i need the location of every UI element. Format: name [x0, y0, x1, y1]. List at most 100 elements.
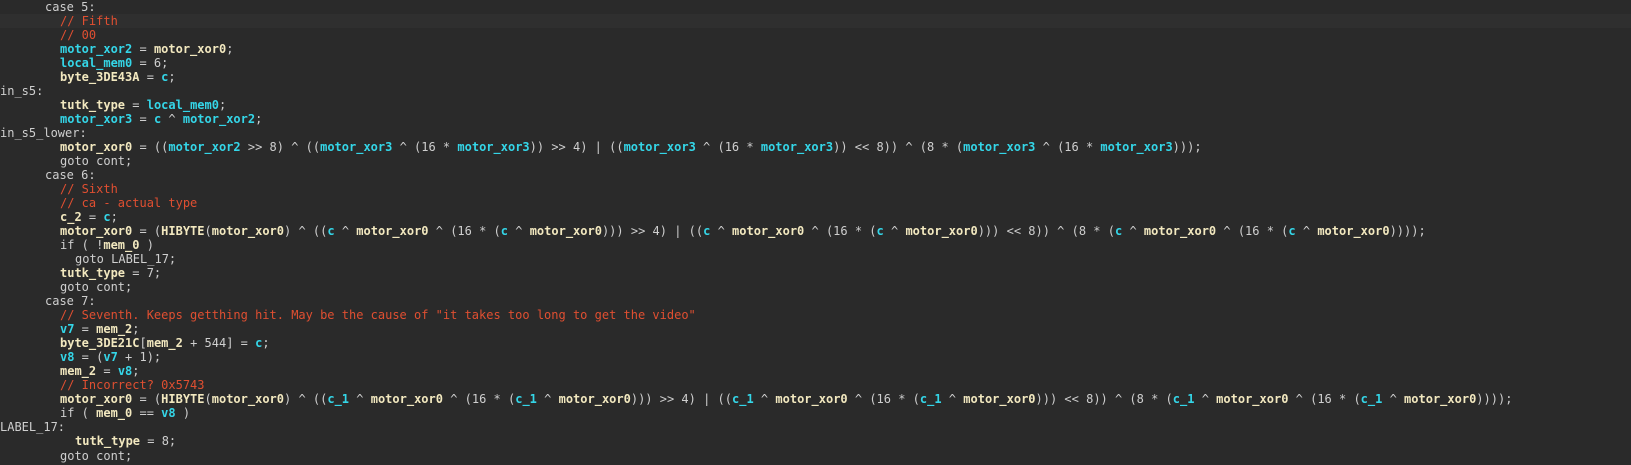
code-line[interactable]: v8 = (v7 + 1);	[0, 350, 1631, 364]
code-token: ^	[334, 224, 357, 239]
code-token: ;	[110, 210, 118, 225]
code-token: if ( !	[60, 238, 104, 253]
code-token: = 8;	[140, 434, 177, 449]
code-token: goto cont;	[60, 154, 133, 169]
code-token: goto cont;	[60, 448, 133, 463]
code-token: goto LABEL_17;	[75, 252, 177, 267]
code-line[interactable]: // ca - actual type	[0, 196, 1631, 210]
identifier-token: motor_xor0	[905, 224, 978, 239]
code-token: ^	[710, 224, 733, 239]
code-token: ^ (16 * (	[847, 392, 920, 407]
code-token: )	[175, 406, 191, 421]
code-token: ^	[161, 112, 183, 127]
code-line[interactable]: c_2 = c;	[0, 210, 1631, 224]
code-token: ^ (16 * (	[442, 392, 516, 407]
code-line[interactable]: byte_3DE43A = c;	[0, 70, 1631, 84]
code-token: ^	[1382, 392, 1405, 407]
code-line[interactable]: motor_xor3 = c ^ motor_xor2;	[0, 112, 1631, 126]
code-token: case 5:	[45, 0, 96, 14]
code-token: ;	[168, 70, 176, 85]
code-line[interactable]: // Sixth	[0, 182, 1631, 196]
identifier-token: motor_xor0	[356, 224, 429, 239]
identifier-token: tutk_type	[60, 266, 126, 281]
identifier-token: motor_xor0	[775, 392, 848, 407]
code-token: = 6;	[132, 56, 169, 71]
pseudocode-view[interactable]: case 5:// Fifth// 00 motor_xor2 = motor_x…	[0, 0, 1631, 465]
identifier-token: c_1	[732, 392, 754, 407]
code-line[interactable]: // Incorrect? 0x5743	[0, 378, 1631, 392]
identifier-token: mem_0	[96, 406, 133, 421]
identifier-token: motor_xor2	[182, 112, 256, 127]
code-token: ^	[1295, 224, 1318, 239]
identifier-token: motor_xor0	[558, 392, 631, 407]
code-token: )) << 8)) ^ (8 * (	[833, 140, 964, 155]
code-line[interactable]: goto cont;	[0, 280, 1631, 294]
comment-token: // Seventh. Keeps getthing hit. May be t…	[60, 308, 696, 323]
code-line[interactable]: LABEL_17:	[0, 420, 1631, 434]
code-line[interactable]: tutk_type = 7;	[0, 266, 1631, 280]
code-line[interactable]: case 6:	[0, 168, 1631, 182]
identifier-token: motor_xor0	[963, 392, 1036, 407]
code-token: + 1);	[117, 350, 162, 365]
code-token: [	[139, 336, 147, 351]
code-line[interactable]: motor_xor0 = (HIBYTE(motor_xor0) ^ ((c ^…	[0, 224, 1631, 238]
code-line[interactable]: case 5:	[0, 0, 1631, 14]
code-line[interactable]: byte_3DE21C[mem_2 + 544] = c;	[0, 336, 1631, 350]
identifier-token: tutk_type	[75, 434, 141, 449]
code-line[interactable]: // 00	[0, 28, 1631, 42]
identifier-token: motor_xor2	[168, 140, 241, 155]
code-token: =	[139, 70, 162, 85]
code-line[interactable]: in_s5_lower:	[0, 126, 1631, 140]
code-token: ;	[226, 42, 234, 57]
code-token: ^ (16 * (	[1288, 392, 1361, 407]
code-token: ^	[1122, 224, 1144, 239]
code-token: ))) << 8)) ^ (8 * (	[977, 224, 1115, 239]
code-line[interactable]: goto cont;	[0, 449, 1631, 463]
code-token: ^	[753, 392, 776, 407]
identifier-token: motor_xor0	[60, 224, 133, 239]
code-line[interactable]: if ( !mem_0 )	[0, 238, 1631, 252]
code-line[interactable]: local_mem0 = 6;	[0, 56, 1631, 70]
identifier-token: motor_xor3	[1100, 140, 1173, 155]
code-token: = (	[132, 392, 162, 407]
code-token: ^ (16 * (	[428, 224, 501, 239]
identifier-token: motor_xor0	[60, 392, 133, 407]
code-token: >> 8) ^ ((	[240, 140, 321, 155]
code-line[interactable]: motor_xor2 = motor_xor0;	[0, 42, 1631, 56]
code-token: ^	[1194, 392, 1217, 407]
code-line[interactable]: goto cont;	[0, 154, 1631, 168]
code-line[interactable]: tutk_type = 8;	[0, 434, 1631, 448]
code-token: ^	[508, 224, 530, 239]
code-token: ==	[132, 406, 162, 421]
code-line[interactable]: v7 = mem_2;	[0, 322, 1631, 336]
code-line[interactable]: motor_xor0 = ((motor_xor2 >> 8) ^ ((moto…	[0, 140, 1631, 154]
identifier-token: c_1	[327, 392, 350, 407]
code-line[interactable]: // Fifth	[0, 14, 1631, 29]
identifier-token: motor_xor0	[60, 140, 133, 155]
code-token: ^ (16 *	[392, 140, 458, 155]
identifier-token: c_1	[1172, 392, 1195, 407]
code-line[interactable]: if ( mem_0 == v8 )	[0, 406, 1631, 420]
code-token: ))));	[1389, 224, 1426, 239]
code-line[interactable]: mem_2 = v8;	[0, 364, 1631, 378]
code-line[interactable]: tutk_type = local_mem0;	[0, 98, 1631, 112]
comment-token: // Sixth	[60, 182, 118, 197]
identifier-token: motor_xor3	[60, 112, 133, 127]
code-token: ))) >> 4) | ((	[630, 392, 733, 407]
code-token: ^	[883, 224, 906, 239]
code-token: = 7;	[125, 266, 162, 281]
code-line[interactable]: // Seventh. Keeps getthing hit. May be t…	[0, 308, 1631, 322]
identifier-token: c	[500, 224, 509, 239]
identifier-token: motor_xor3	[760, 140, 834, 155]
identifier-token: local_mem0	[146, 98, 219, 113]
code-line[interactable]: in_s5:	[0, 84, 1631, 98]
identifier-token: v7	[103, 350, 118, 365]
identifier-token: motor_xor2	[60, 42, 133, 57]
code-token: ^	[536, 392, 559, 407]
identifier-token: c_1	[1360, 392, 1383, 407]
code-token: in_s5_lower:	[0, 126, 87, 141]
code-line[interactable]: case 7:	[0, 294, 1631, 308]
code-line[interactable]: motor_xor0 = (HIBYTE(motor_xor0) ^ ((c_1…	[0, 392, 1631, 406]
identifier-token: byte_3DE43A	[60, 70, 140, 85]
code-line[interactable]: goto LABEL_17;	[0, 252, 1631, 266]
